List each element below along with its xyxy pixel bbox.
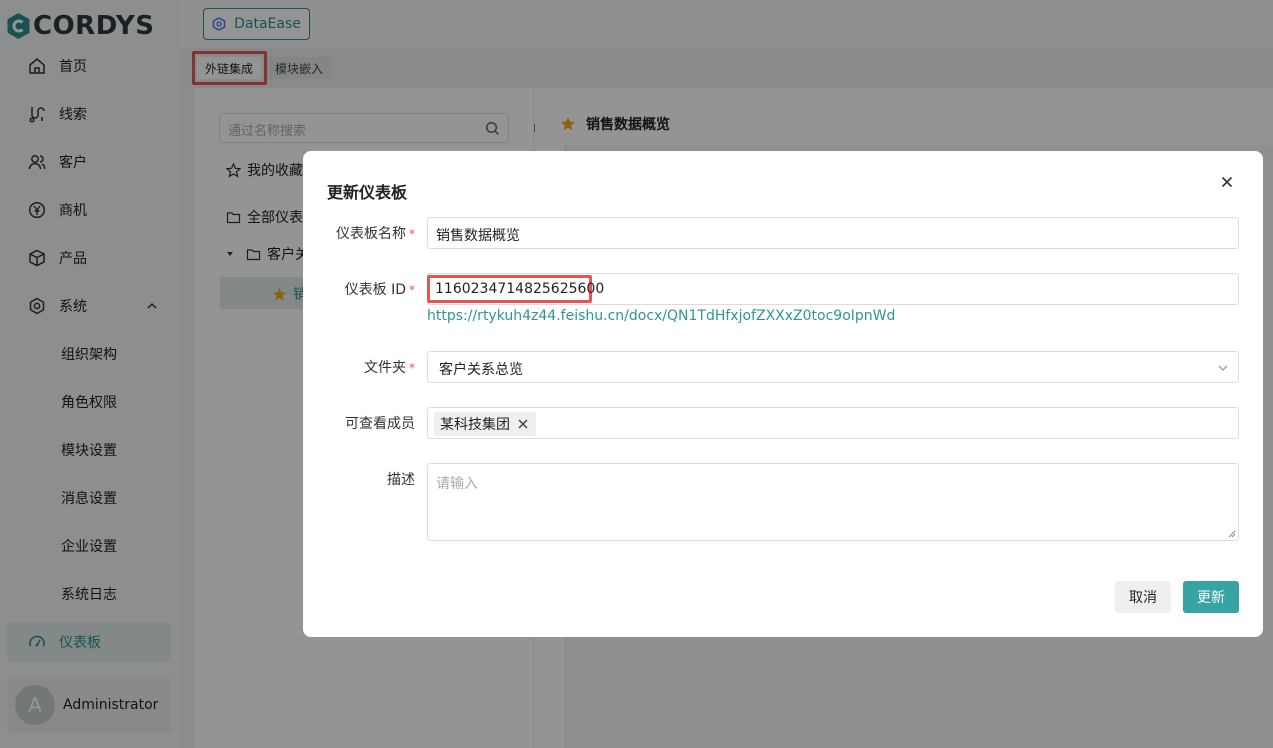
required-mark: * bbox=[409, 283, 415, 297]
dashboard-name-value: 销售数据概览 bbox=[436, 228, 520, 244]
folder-value: 客户关系总览 bbox=[439, 362, 523, 378]
close-icon bbox=[1221, 176, 1233, 188]
id-label-text: 仪表板 ID bbox=[344, 282, 406, 298]
folder-label-text: 文件夹 bbox=[364, 360, 406, 376]
remove-tag-icon[interactable] bbox=[516, 417, 530, 431]
description-label: 描述 bbox=[387, 469, 415, 489]
cancel-button[interactable]: 取消 bbox=[1115, 581, 1171, 613]
member-tag-label: 某科技集团 bbox=[440, 417, 510, 433]
description-textarea[interactable]: 请输入 bbox=[427, 463, 1239, 541]
folder-label: 文件夹 * bbox=[364, 357, 415, 377]
dashboard-name-input[interactable]: 销售数据概览 bbox=[427, 217, 1239, 249]
update-dashboard-dialog: 更新仪表板 仪表板名称 * 销售数据概览 仪表板 ID * 116023471482… bbox=[303, 151, 1263, 637]
name-label-text: 仪表板名称 bbox=[336, 226, 406, 242]
members-label: 可查看成员 bbox=[345, 413, 415, 433]
update-button[interactable]: 更新 bbox=[1183, 581, 1239, 613]
folder-select[interactable]: 客户关系总览 bbox=[427, 351, 1239, 383]
id-label: 仪表板 ID * bbox=[345, 279, 415, 299]
dialog-title: 更新仪表板 bbox=[327, 183, 408, 202]
required-mark: * bbox=[409, 227, 415, 241]
members-label-text: 可查看成员 bbox=[345, 416, 415, 432]
chevron-down-icon bbox=[1218, 365, 1228, 371]
resize-grip-icon[interactable] bbox=[1228, 530, 1236, 538]
dashboard-link[interactable]: https://rtykuh4z44.feishu.cn/docx/QN1TdH… bbox=[427, 308, 895, 324]
dashboard-id-value: 1160234714825625600 bbox=[435, 281, 605, 297]
description-label-text: 描述 bbox=[387, 472, 415, 488]
name-label: 仪表板名称 * bbox=[336, 223, 415, 243]
member-tag: 某科技集团 bbox=[434, 412, 536, 436]
required-mark: * bbox=[409, 361, 415, 375]
description-placeholder: 请输入 bbox=[436, 476, 478, 492]
close-button[interactable] bbox=[1218, 173, 1236, 191]
members-select[interactable]: 某科技集团 bbox=[427, 407, 1239, 439]
